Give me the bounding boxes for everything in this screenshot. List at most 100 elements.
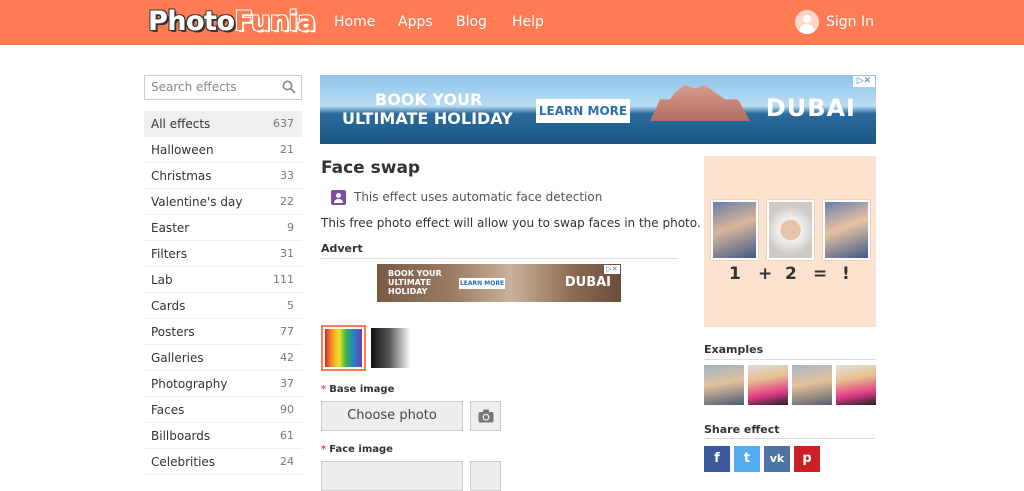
category-item[interactable]: Halloween 21 [144,137,302,163]
effect-description: This free photo effect will allow you to… [321,216,701,230]
category-label: Billboards [151,429,211,443]
examples-heading: Examples [704,343,764,356]
inline-ad-line-2: ULTIMATE [388,278,432,287]
equation-symbol: ! [842,264,850,284]
category-count: 24 [280,455,294,468]
nav-help[interactable]: Help [512,13,544,31]
divider [321,258,678,259]
face-image-label: * Face image [321,444,393,455]
twitter-share-button[interactable]: t [734,446,760,472]
nav-home[interactable]: Home [334,13,375,31]
divider [704,438,876,439]
category-item[interactable]: All effects 637 [144,111,302,137]
bw-filter-option[interactable] [371,328,411,368]
category-count: 90 [280,403,294,416]
sign-in-link[interactable]: Sign In [795,10,874,34]
example-thumbnail[interactable] [748,365,788,405]
inline-ad-line-3: HOLIDAY [388,287,428,296]
category-count: 61 [280,429,294,442]
category-label: Lab [151,273,173,287]
category-count: 33 [280,169,294,182]
equation-symbol: 1 [729,264,741,284]
base-image-label: * Base image [321,384,395,395]
face-detection-text: This effect uses automatic face detectio… [354,190,603,204]
category-label: All effects [151,117,211,131]
category-count: 5 [287,299,294,312]
category-item[interactable]: Photography 37 [144,371,302,397]
ad-headline-2: ULTIMATE HOLIDAY [342,109,513,128]
category-count: 42 [280,351,294,364]
inline-ad-button[interactable]: LEARN MORE [459,278,505,289]
resort-building-image [650,85,750,121]
face-image-camera-button[interactable] [470,461,501,491]
category-label: Filters [151,247,187,261]
ad-brand-logo: DUBAI [765,94,856,122]
facebook-share-button[interactable]: f [704,446,730,472]
color-filter-option[interactable] [321,325,366,371]
face-swap-promo-image: 1 + 2 = ! [704,156,876,327]
search-icon[interactable] [282,80,296,94]
category-item[interactable]: Cards 5 [144,293,302,319]
category-item[interactable]: Lab 111 [144,267,302,293]
vk-share-button[interactable]: vk [764,446,790,472]
example-thumbnail[interactable] [836,365,876,405]
base-image-choose-button[interactable]: Choose photo [321,401,463,431]
logo-text-photo: Photo [148,6,235,37]
ad-learn-more-button[interactable]: LEARN MORE [536,99,630,123]
example-photo-1 [711,200,758,260]
face-detection-icon [331,189,346,205]
pinterest-share-button[interactable]: p [794,446,820,472]
search-input[interactable]: Search effects [144,75,302,100]
rainbow-swatch [325,329,362,367]
category-sidebar: Search effects All effects 637 Halloween 2… [144,75,302,475]
equation-symbol: = [813,264,828,284]
category-label: Christmas [151,169,212,183]
photofunia-logo[interactable]: PhotoFunia [148,5,316,39]
category-count: 21 [280,143,294,156]
category-item[interactable]: Easter 9 [144,215,302,241]
inline-ad[interactable]: BOOK YOUR ULTIMATE HOLIDAY LEARN MORE DU… [377,264,621,302]
base-image-camera-button[interactable] [470,401,501,431]
category-label: Faces [151,403,185,417]
category-item[interactable]: Filters 31 [144,241,302,267]
ad-choices-icon[interactable]: ▷✕ [853,76,875,87]
category-count: 9 [287,221,294,234]
example-photo-3 [823,200,870,260]
top-navbar: PhotoFunia Home Apps Blog Help Sign In [0,0,1024,45]
category-count: 111 [273,273,294,286]
category-label: Valentine's day [151,195,243,209]
category-item[interactable]: Posters 77 [144,319,302,345]
base-image-label-text: Base image [329,384,395,395]
face-image-label-text: Face image [329,444,393,455]
category-count: 31 [280,247,294,260]
category-item[interactable]: Celebrities 24 [144,449,302,475]
sign-in-label: Sign In [826,14,874,30]
category-item[interactable]: Faces 90 [144,397,302,423]
inline-ad-headline: BOOK YOUR ULTIMATE HOLIDAY [388,269,442,296]
equation-symbol: 2 [785,264,797,284]
nav-blog[interactable]: Blog [456,13,487,31]
example-thumbnail[interactable] [792,365,832,405]
category-count: 37 [280,377,294,390]
nav-apps[interactable]: Apps [398,13,433,31]
ad-headline-1: BOOK YOUR [375,90,483,109]
category-label: Photography [151,377,228,391]
category-item[interactable]: Christmas 33 [144,163,302,189]
ad-choices-icon[interactable]: ▷✕ [604,265,620,274]
equation-symbol: + [758,264,773,284]
category-item[interactable]: Valentine's day 22 [144,189,302,215]
category-item[interactable]: Billboards 61 [144,423,302,449]
face-image-choose-button[interactable] [321,461,463,491]
category-count: 22 [280,195,294,208]
category-item[interactable]: Galleries 42 [144,345,302,371]
category-label: Easter [151,221,190,235]
search-placeholder: Search effects [151,80,237,94]
logo-text-funia: Funia [234,6,316,37]
category-list: All effects 637 Halloween 21 Christmas 33 V… [144,111,302,475]
category-count: 637 [273,117,294,130]
example-thumbnail[interactable] [704,365,744,405]
inline-ad-line-1: BOOK YOUR [388,269,442,278]
page-title: Face swap [321,158,421,178]
banner-ad[interactable]: BOOK YOUR ULTIMATE HOLIDAY LEARN MORE DU… [320,75,876,144]
face-detection-note: This effect uses automatic face detectio… [331,189,602,205]
